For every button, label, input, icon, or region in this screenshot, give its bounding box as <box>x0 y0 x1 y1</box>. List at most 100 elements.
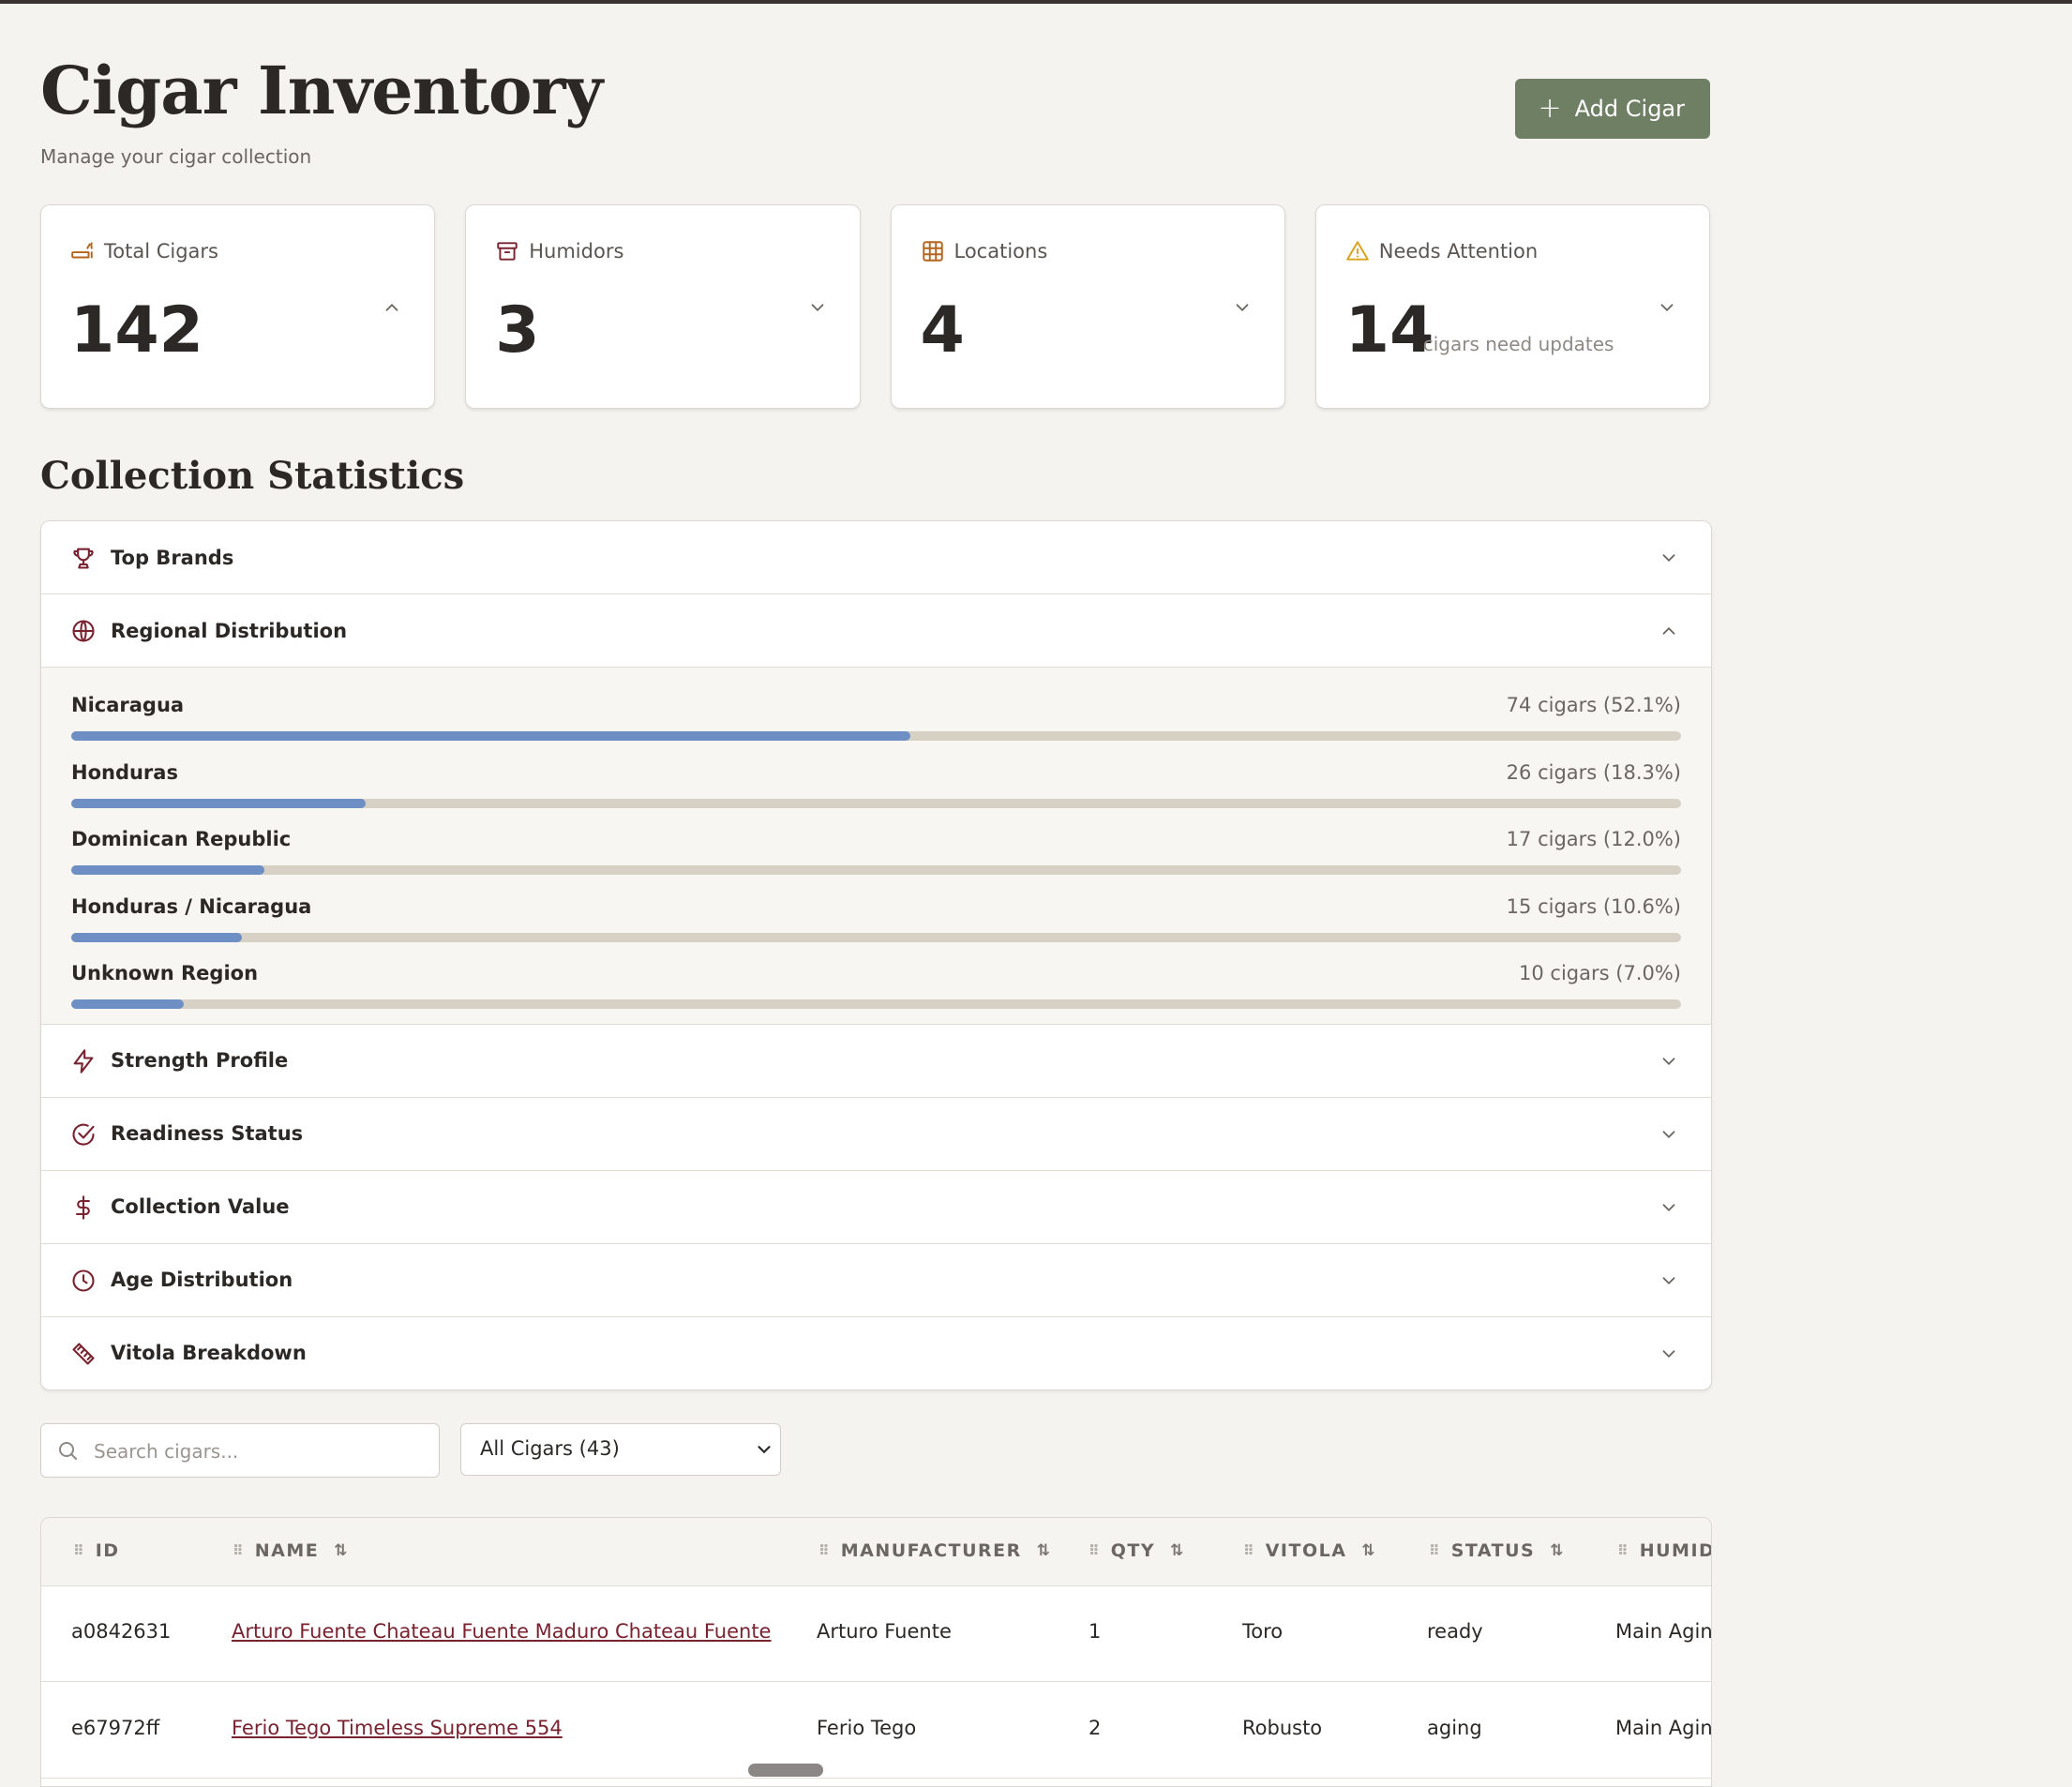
region-count: 26 cigars (18.3%) <box>1506 760 1681 784</box>
plus-icon: + <box>1538 92 1562 125</box>
column-header-status[interactable]: ⠿ STATUS ⇅ <box>1429 1540 1563 1561</box>
region-bar-fill <box>71 865 265 875</box>
search-icon <box>59 1442 77 1460</box>
search-input[interactable] <box>92 1434 433 1469</box>
column-header-qty[interactable]: ⠿ QTY ⇅ <box>1089 1540 1183 1561</box>
chevron-down-icon <box>1662 1203 1675 1211</box>
warning-icon <box>1345 241 1369 261</box>
accordion-label: Top Brands <box>111 546 234 569</box>
stat-card-total-cigars[interactable]: Total Cigars 142 <box>40 204 436 409</box>
sort-icon[interactable]: ⇅ <box>1550 1541 1563 1560</box>
table-row[interactable]: a0842631 Arturo Fuente Chateau Fuente Ma… <box>41 1585 1711 1682</box>
stat-value: 142 <box>70 293 203 368</box>
region-row: Unknown Region 10 cigars (7.0%) <box>71 949 1681 1016</box>
stat-value: 3 <box>495 293 540 368</box>
horizontal-scrollbar-thumb[interactable] <box>748 1764 823 1777</box>
drag-handle-icon[interactable]: ⠿ <box>73 1542 84 1559</box>
sort-icon[interactable]: ⇅ <box>1170 1541 1183 1560</box>
chevron-down-icon <box>758 1446 771 1454</box>
statistics-accordion: Top Brands Regional Distribution Nicarag… <box>40 520 1712 1390</box>
chevron-down-icon <box>1662 1349 1675 1358</box>
accordion-vitola-breakdown[interactable]: Vitola Breakdown <box>41 1317 1711 1389</box>
column-header-id[interactable]: ⠿ ID <box>73 1540 120 1561</box>
stat-card-locations[interactable]: Locations 4 <box>890 204 1285 409</box>
cell-id: a0842631 <box>71 1620 172 1643</box>
sort-icon[interactable]: ⇅ <box>1361 1541 1374 1560</box>
add-cigar-button[interactable]: + Add Cigar <box>1514 79 1710 139</box>
stat-card-humidors[interactable]: Humidors 3 <box>465 204 861 409</box>
table-row[interactable]: e67972ff Ferio Tego Timeless Supreme 554… <box>41 1682 1711 1779</box>
accordion-age-distribution[interactable]: Age Distribution <box>41 1244 1711 1317</box>
accordion-top-brands[interactable]: Top Brands <box>41 521 1711 594</box>
page-header: Cigar Inventory Manage your cigar collec… <box>40 49 1710 180</box>
region-bar-track <box>71 865 1681 875</box>
accordion-label: Collection Value <box>111 1195 290 1218</box>
chevron-up-icon[interactable] <box>382 297 402 318</box>
accordion-strength-profile[interactable]: Strength Profile <box>41 1025 1711 1098</box>
search-box <box>40 1423 440 1478</box>
region-row: Honduras / Nicaragua 15 cigars (10.6%) <box>71 882 1681 950</box>
clock-icon <box>72 1269 95 1292</box>
cell-qty: 1 <box>1089 1620 1102 1643</box>
stat-cards: Total Cigars 142 Humidors 3 Locations 4 <box>40 204 1710 409</box>
column-header-name[interactable]: ⠿ NAME ⇅ <box>233 1540 347 1561</box>
chevron-down-icon[interactable] <box>1657 297 1677 318</box>
accordion-collection-value[interactable]: Collection Value <box>41 1171 1711 1244</box>
chevron-down-icon[interactable] <box>1232 297 1253 318</box>
drag-handle-icon[interactable]: ⠿ <box>1429 1542 1440 1559</box>
drag-handle-icon[interactable]: ⠿ <box>1089 1542 1100 1559</box>
accordion-label: Strength Profile <box>111 1049 289 1072</box>
cigar-filter-select[interactable]: All Cigars (43) <box>460 1423 781 1476</box>
stat-label: Humidors <box>529 240 624 263</box>
cell-status: aging <box>1427 1717 1482 1739</box>
region-bar-track <box>71 798 1681 808</box>
dollar-icon <box>75 1194 90 1220</box>
chevron-down-icon[interactable] <box>807 297 828 318</box>
cell-qty: 2 <box>1089 1717 1102 1739</box>
chevron-down-icon <box>1662 1276 1675 1284</box>
drag-handle-icon[interactable]: ⠿ <box>1617 1542 1629 1559</box>
stat-card-needs-attention[interactable]: Needs Attention 14 cigars need updates <box>1314 204 1710 409</box>
cell-manufacturer: Arturo Fuente <box>817 1620 952 1643</box>
region-bar-fill <box>71 731 910 741</box>
cell-humidor: Main Agin <box>1615 1717 1712 1739</box>
cigar-name-link[interactable]: Ferio Tego Timeless Supreme 554 <box>232 1717 563 1739</box>
globe-icon <box>72 620 95 642</box>
cell-manufacturer: Ferio Tego <box>817 1717 917 1739</box>
cigar-name-link[interactable]: Arturo Fuente Chateau Fuente Maduro Chat… <box>232 1620 771 1643</box>
column-header-manufacturer[interactable]: ⠿ MANUFACTURER ⇅ <box>818 1540 1050 1561</box>
region-name: Nicaragua <box>71 694 185 716</box>
regional-distribution-panel: Nicaragua 74 cigars (52.1%) Honduras 26 … <box>41 668 1711 1025</box>
region-count: 74 cigars (52.1%) <box>1506 694 1681 716</box>
accordion-label: Vitola Breakdown <box>111 1342 307 1364</box>
stat-label: Total Cigars <box>104 240 218 263</box>
trophy-icon <box>73 548 94 569</box>
stat-label: Locations <box>953 240 1048 263</box>
accordion-readiness-status[interactable]: Readiness Status <box>41 1098 1711 1171</box>
grid-icon <box>922 241 943 262</box>
stat-label: Needs Attention <box>1378 240 1539 263</box>
region-name: Dominican Republic <box>71 828 292 850</box>
chevron-up-icon <box>1662 626 1675 635</box>
lightning-icon <box>73 1048 94 1074</box>
sort-icon[interactable]: ⇅ <box>1037 1541 1050 1560</box>
drag-handle-icon[interactable]: ⠿ <box>818 1542 830 1559</box>
column-header-humidor[interactable]: ⠿HUMIDO <box>1617 1540 1711 1561</box>
collection-statistics-title: Collection Statistics <box>40 454 465 498</box>
region-count: 15 cigars (10.6%) <box>1506 894 1681 918</box>
cell-id: e67972ff <box>71 1717 160 1739</box>
accordion-regional-distribution[interactable]: Regional Distribution <box>41 594 1711 668</box>
cigar-table: ⠿ ID ⠿ NAME ⇅ ⠿ MANUFACTURER ⇅ ⠿ QTY ⇅ ⠿ VITOLA ⇅… <box>40 1517 1712 1787</box>
chevron-down-icon <box>1662 1057 1675 1065</box>
drag-handle-icon[interactable]: ⠿ <box>1243 1542 1254 1559</box>
sort-icon[interactable]: ⇅ <box>334 1541 347 1560</box>
chevron-down-icon <box>1662 554 1675 563</box>
column-header-vitola[interactable]: ⠿ VITOLA ⇅ <box>1243 1540 1375 1561</box>
drag-handle-icon[interactable]: ⠿ <box>233 1542 244 1559</box>
chevron-down-icon <box>1662 1130 1675 1138</box>
archive-box-icon <box>497 242 518 261</box>
region-count: 17 cigars (12.0%) <box>1506 828 1681 850</box>
add-cigar-label: Add Cigar <box>1574 96 1685 122</box>
cell-vitola: Toro <box>1242 1620 1284 1643</box>
region-count: 10 cigars (7.0%) <box>1519 962 1681 984</box>
